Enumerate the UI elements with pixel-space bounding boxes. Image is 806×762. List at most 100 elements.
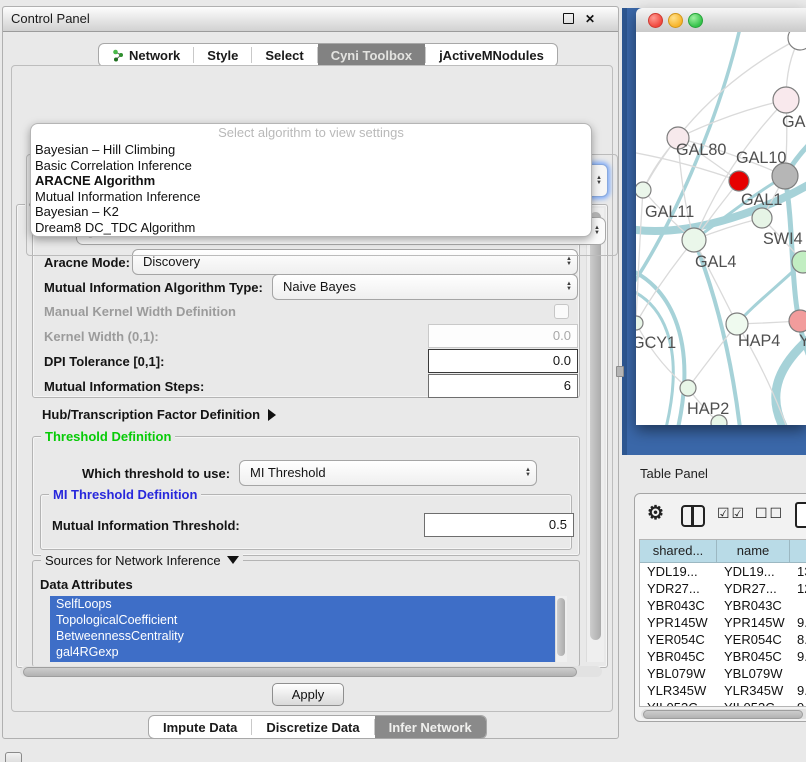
dropdown-item-aracne-algorithm[interactable]: ARACNE Algorithm <box>31 173 591 189</box>
hub-definition-toggle[interactable]: Hub/Transcription Factor Definition <box>42 407 276 422</box>
zoom-window-icon[interactable] <box>688 13 703 28</box>
table-row[interactable]: YBR045CYBR045C9. <box>640 648 806 665</box>
kernel-width-label: Kernel Width (0,1): <box>44 329 159 344</box>
cyni-toolbox-tab-content: ▲▼ gal-filtered.sif default node ▲▼ Sele… <box>11 65 613 712</box>
which-threshold-label: Which threshold to use: <box>82 466 230 481</box>
network-icon <box>112 49 124 62</box>
column-header-a[interactable]: A <box>790 540 806 563</box>
tab-select[interactable]: Select <box>252 44 316 66</box>
collapse-arrow-icon <box>227 556 239 564</box>
mi-algorithm-type-select[interactable]: Naive Bayes ▲▼ <box>272 274 578 300</box>
table-row[interactable]: YPR145WYPR145W9. <box>640 614 806 631</box>
table-row[interactable]: YIL053CYIL053C9 <box>640 699 806 707</box>
stepper-arrows-icon: ▲▼ <box>525 468 531 478</box>
network-node[interactable] <box>789 310 806 332</box>
attribute-topologicalcoefficient[interactable]: TopologicalCoefficient <box>50 612 555 628</box>
manual-kernel-label: Manual Kernel Width Definition <box>44 304 236 319</box>
minimized-panel-icon[interactable] <box>5 752 22 762</box>
node-label: GAL10 <box>736 149 786 167</box>
settings-scrollbar[interactable] <box>586 208 604 662</box>
attributes-scrollbar[interactable] <box>555 596 567 662</box>
float-panel-icon[interactable] <box>563 13 574 24</box>
mi-threshold-label: Mutual Information Threshold: <box>52 518 240 533</box>
panel-divider-grip[interactable] <box>616 366 624 377</box>
manual-kernel-checkbox <box>554 304 569 319</box>
bottom-tabs: Impute DataDiscretize DataInfer Network <box>148 715 487 739</box>
screen: Control Panel ✕ NetworkStyleSelectCyni T… <box>0 0 806 762</box>
table-body: YDL19...YDL19...13YDR27...YDR27...12YBR0… <box>640 563 806 707</box>
network-node[interactable] <box>682 228 706 252</box>
dropdown-item-basic-correlation-inference[interactable]: Basic Correlation Inference <box>31 158 591 174</box>
network-node[interactable] <box>636 182 651 198</box>
mi-threshold-input[interactable]: 0.5 <box>424 513 574 537</box>
settings-hscrollbar[interactable] <box>20 666 602 677</box>
tab-infer-network[interactable]: Infer Network <box>375 716 486 738</box>
tab-impute-data[interactable]: Impute Data <box>149 716 251 738</box>
dropdown-item-dream8-dc-tdc-algorithm[interactable]: Dream8 DC_TDC Algorithm <box>31 220 591 236</box>
stepper-arrows-icon: ▲▼ <box>566 282 572 292</box>
table-panel-title: Table Panel <box>640 466 708 481</box>
tab-jactivemnodules[interactable]: jActiveMNodules <box>426 44 557 66</box>
tab-cyni-toolbox[interactable]: Cyni Toolbox <box>318 44 425 66</box>
select-all-checks-icon[interactable]: ☑☑ <box>717 505 746 522</box>
network-node[interactable] <box>636 316 643 330</box>
network-window-titlebar[interactable] <box>636 8 806 33</box>
gear-icon[interactable]: ⚙ <box>647 502 664 525</box>
close-window-icon[interactable] <box>648 13 663 28</box>
dropdown-item-bayesian-k2[interactable]: Bayesian – K2 <box>31 204 591 220</box>
network-edge <box>636 240 694 323</box>
table-row[interactable]: YBL079WYBL079W <box>640 665 806 682</box>
dpi-tolerance-label: DPI Tolerance [0,1]: <box>44 354 164 369</box>
tab-discretize-data[interactable]: Discretize Data <box>252 716 373 738</box>
table-row[interactable]: YLR345WYLR345W9. <box>640 682 806 699</box>
document-icon[interactable] <box>795 502 806 528</box>
table-row[interactable]: YER054CYER054C8. <box>640 631 806 648</box>
node-label: GAL7 <box>782 113 806 131</box>
tab-style[interactable]: Style <box>194 44 251 66</box>
apply-button[interactable]: Apply <box>272 683 344 706</box>
deselect-all-checks-icon[interactable]: ☐☐ <box>755 505 784 522</box>
which-threshold-select[interactable]: MI Threshold ▲▼ <box>239 460 537 486</box>
table-row[interactable]: YBR043CYBR043C <box>640 597 806 614</box>
table-toolbar: ⚙ ☑☑ ☐☐ <box>635 500 806 532</box>
network-node[interactable] <box>729 171 749 191</box>
mi-steps-input[interactable]: 6 <box>428 374 578 398</box>
network-node[interactable] <box>788 32 806 50</box>
dropdown-item-bayesian-hill-climbing[interactable]: Bayesian – Hill Climbing <box>31 142 591 158</box>
column-layout-icon[interactable] <box>681 505 705 527</box>
attribute-betweennesscentrality[interactable]: BetweennessCentrality <box>50 628 555 644</box>
stepper-arrows-icon: ▲▼ <box>594 226 600 236</box>
dpi-tolerance-input[interactable]: 0.0 <box>428 349 578 373</box>
table-hscrollbar[interactable] <box>641 709 806 719</box>
stepper-arrows-icon: ▲▼ <box>596 176 602 186</box>
data-attributes-list[interactable]: SelfLoopsTopologicalCoefficientBetweenne… <box>50 596 555 662</box>
sources-toggle[interactable]: Sources for Network Inference <box>41 553 243 568</box>
algorithm-dropdown-placeholder: Select algorithm to view settings <box>31 124 591 142</box>
tab-network[interactable]: Network <box>99 44 193 66</box>
node-label: Y <box>799 332 806 350</box>
network-node[interactable] <box>680 380 696 396</box>
network-node[interactable] <box>773 87 799 113</box>
node-label: GCY1 <box>636 334 676 352</box>
dropdown-item-mutual-information-inference[interactable]: Mutual Information Inference <box>31 189 591 205</box>
control-panel-window: Control Panel ✕ NetworkStyleSelectCyni T… <box>2 6 619 739</box>
close-panel-icon[interactable]: ✕ <box>584 13 596 25</box>
mi-steps-label: Mutual Information Steps: <box>44 379 204 394</box>
column-header-shared[interactable]: shared... <box>640 540 717 563</box>
network-edge <box>678 100 786 138</box>
node-label: GAL1 <box>741 191 782 209</box>
minimize-window-icon[interactable] <box>668 13 683 28</box>
network-canvas[interactable]: GAL7GAL80GAL10GAL11GAL1SWI4GAL4GCY1HAP4Y… <box>636 32 806 425</box>
control-panel-titlebar: Control Panel ✕ <box>3 7 618 32</box>
network-node[interactable] <box>752 208 772 228</box>
network-window: GAL7GAL80GAL10GAL11GAL1SWI4GAL4GCY1HAP4Y… <box>636 8 806 425</box>
algorithm-dropdown-items: Bayesian – Hill ClimbingBasic Correlatio… <box>31 142 591 236</box>
attribute-selfloops[interactable]: SelfLoops <box>50 596 555 612</box>
table-row[interactable]: YDR27...YDR27...12 <box>640 580 806 597</box>
table-row[interactable]: YDL19...YDL19...13 <box>640 563 806 580</box>
column-header-name[interactable]: name <box>717 540 790 563</box>
node-label: GAL11 <box>645 203 694 221</box>
attribute-gal4rgexp[interactable]: gal4RGexp <box>50 644 555 660</box>
control-panel-tabs: NetworkStyleSelectCyni ToolboxjActiveMNo… <box>98 43 558 67</box>
node-label: HAP4 <box>738 332 780 350</box>
